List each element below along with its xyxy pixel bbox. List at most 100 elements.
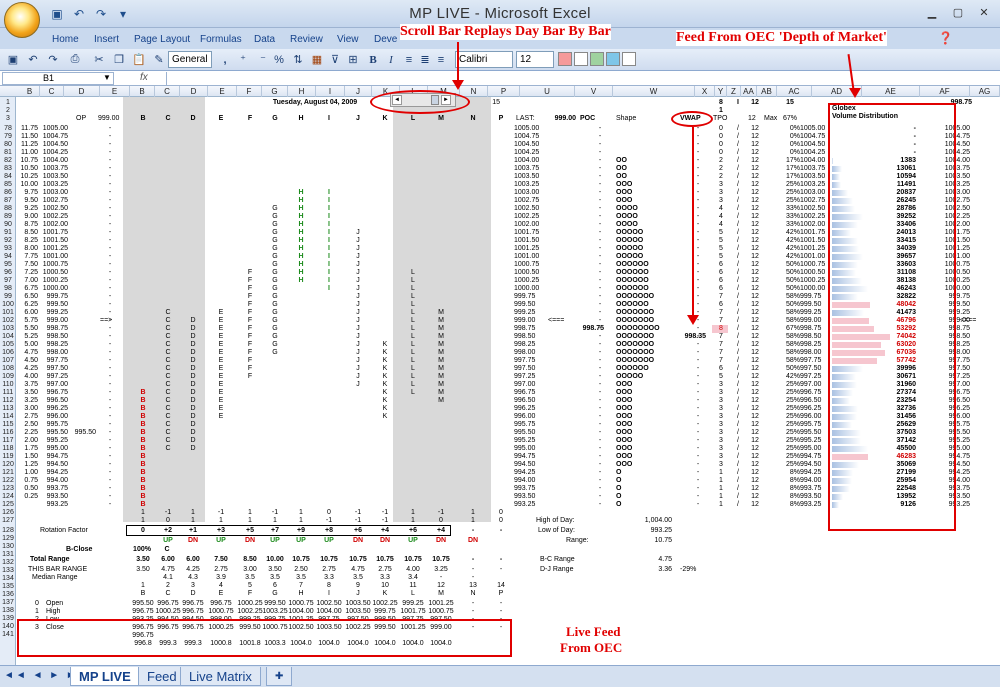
decrease-decimal-icon[interactable]: ⁻: [254, 51, 272, 68]
name-box-dropdown-icon[interactable]: ▼: [103, 73, 111, 82]
row-header[interactable]: 95: [0, 261, 16, 268]
row-header[interactable]: 138: [0, 607, 16, 614]
row-header[interactable]: 101: [0, 309, 16, 316]
column-header[interactable]: C: [155, 86, 180, 97]
row-header[interactable]: 81: [0, 149, 16, 156]
undo-icon[interactable]: ↶: [24, 51, 42, 68]
column-header[interactable]: AA: [741, 86, 757, 97]
row-header[interactable]: 89: [0, 213, 16, 220]
tab-page-layout[interactable]: Page Layout: [134, 34, 190, 45]
row-header[interactable]: 124: [0, 493, 16, 500]
row-header[interactable]: 83: [0, 165, 16, 172]
row-header[interactable]: 132: [0, 559, 16, 566]
row-header[interactable]: 139: [0, 615, 16, 622]
row-header[interactable]: 134: [0, 575, 16, 582]
row-header[interactable]: 1: [0, 99, 16, 106]
paste-icon[interactable]: 📋: [130, 51, 148, 68]
font-name-combo[interactable]: Calibri: [455, 51, 513, 68]
row-header[interactable]: 98: [0, 285, 16, 292]
row-header[interactable]: 110: [0, 381, 16, 388]
row-header[interactable]: 121: [0, 469, 16, 476]
row-header[interactable]: 3: [0, 115, 16, 122]
filter-icon[interactable]: ⊽: [328, 51, 342, 68]
column-header[interactable]: U: [520, 86, 575, 97]
row-header[interactable]: 79: [0, 133, 16, 140]
column-header[interactable]: B: [20, 86, 40, 97]
row-header[interactable]: 123: [0, 485, 16, 492]
column-header[interactable]: G: [262, 86, 288, 97]
row-header[interactable]: 122: [0, 477, 16, 484]
row-header[interactable]: 137: [0, 599, 16, 606]
column-header[interactable]: AE: [862, 86, 920, 97]
row-header[interactable]: 104: [0, 333, 16, 340]
column-header[interactable]: C: [40, 86, 64, 97]
format-painter-icon[interactable]: ✎: [150, 51, 168, 68]
row-header[interactable]: 86: [0, 189, 16, 196]
row-header[interactable]: 115: [0, 421, 16, 428]
row-header[interactable]: 105: [0, 341, 16, 348]
undo-icon[interactable]: ↶: [70, 5, 88, 23]
bold-button[interactable]: B: [366, 51, 380, 68]
row-header[interactable]: 85: [0, 181, 16, 188]
insert-sheet-icon[interactable]: ✚: [266, 667, 293, 686]
column-header[interactable]: Y: [715, 86, 727, 97]
align-center-icon[interactable]: ≣: [418, 51, 432, 68]
sheet-tab-feed[interactable]: Feed: [138, 667, 186, 686]
print-icon[interactable]: ⎙: [66, 51, 84, 68]
sheet-tab-mp-live[interactable]: MP LIVE: [70, 667, 140, 686]
percent-button[interactable]: %: [272, 51, 286, 68]
row-header[interactable]: 113: [0, 405, 16, 412]
row-header[interactable]: 112: [0, 397, 16, 404]
fill-blue-swatch[interactable]: [606, 52, 620, 66]
italic-button[interactable]: I: [384, 51, 398, 68]
insert-function-button[interactable]: fx: [140, 72, 160, 85]
tab-view[interactable]: View: [337, 34, 359, 45]
row-header[interactable]: 92: [0, 237, 16, 244]
maximize-icon[interactable]: ▢: [946, 2, 970, 22]
row-header[interactable]: 126: [0, 509, 16, 516]
row-header[interactable]: 80: [0, 141, 16, 148]
row-header[interactable]: 109: [0, 373, 16, 380]
office-button[interactable]: [4, 2, 40, 38]
row-header[interactable]: 91: [0, 229, 16, 236]
row-header[interactable]: 97: [0, 277, 16, 284]
row-header[interactable]: 2: [0, 107, 16, 114]
row-header[interactable]: 93: [0, 245, 16, 252]
row-header[interactable]: 88: [0, 205, 16, 212]
row-header[interactable]: 120: [0, 461, 16, 468]
font-size-combo[interactable]: 12: [516, 51, 554, 68]
row-header[interactable]: 116: [0, 429, 16, 436]
column-header[interactable]: AG: [970, 86, 1000, 97]
row-header[interactable]: 119: [0, 453, 16, 460]
tab-data[interactable]: Data: [254, 34, 275, 45]
column-header[interactable]: B: [130, 86, 155, 97]
column-header[interactable]: J: [345, 86, 372, 97]
row-header[interactable]: 78: [0, 125, 16, 132]
column-header[interactable]: E: [208, 86, 237, 97]
comma-style-button[interactable]: ,: [218, 51, 232, 68]
row-header[interactable]: 136: [0, 591, 16, 598]
save-icon[interactable]: ▣: [4, 51, 22, 68]
column-header[interactable]: E: [100, 86, 130, 97]
tab-formulas[interactable]: Formulas: [200, 34, 242, 45]
close-icon[interactable]: ✕: [972, 2, 996, 22]
tab-developer[interactable]: Deve: [374, 34, 397, 45]
fill-white-swatch[interactable]: [574, 52, 588, 66]
row-header[interactable]: 114: [0, 413, 16, 420]
row-header[interactable]: 108: [0, 365, 16, 372]
row-header[interactable]: 96: [0, 269, 16, 276]
column-header[interactable]: F: [237, 86, 262, 97]
increase-decimal-icon[interactable]: ⁺: [234, 51, 252, 68]
column-header[interactable]: D: [64, 86, 100, 97]
column-header[interactable]: D: [180, 86, 208, 97]
row-header[interactable]: 102: [0, 317, 16, 324]
row-header[interactable]: 103: [0, 325, 16, 332]
row-header[interactable]: 90: [0, 221, 16, 228]
align-left-icon[interactable]: ≡: [402, 51, 416, 68]
column-header[interactable]: H: [288, 86, 316, 97]
fill-red-swatch[interactable]: [558, 52, 572, 66]
name-box[interactable]: B1: [2, 72, 114, 85]
tab-insert[interactable]: Insert: [94, 34, 119, 45]
row-header[interactable]: 135: [0, 583, 16, 590]
row-header[interactable]: 128: [0, 527, 16, 534]
